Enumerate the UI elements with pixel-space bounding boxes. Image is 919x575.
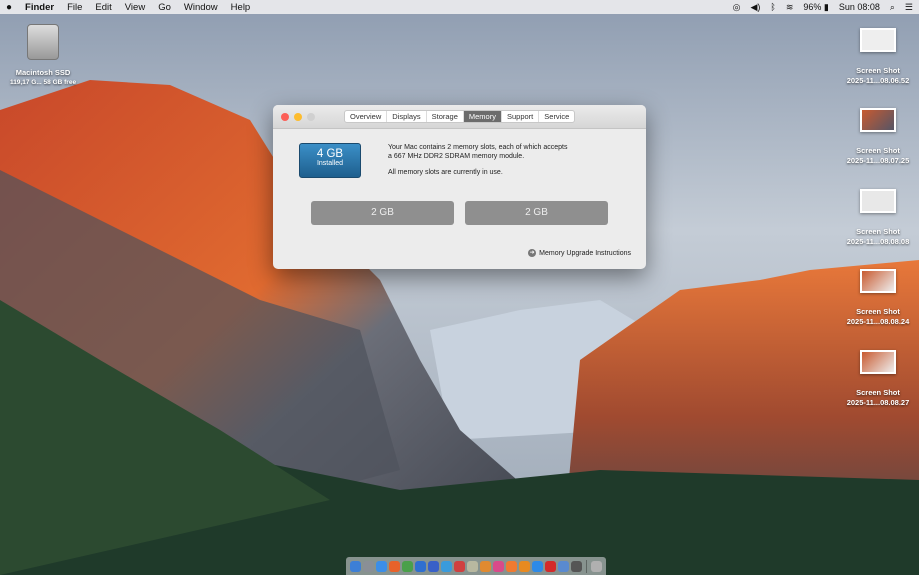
menu-go[interactable]: Go [158,2,171,13]
tab-bar: Overview Displays Storage Memory Support… [344,110,576,123]
screenshot-thumbnail [860,28,896,52]
desktop-drive-icon[interactable]: Macintosh SSD 119,17 G... 58 GB free [0,24,88,88]
dock-app-icon[interactable] [389,560,400,572]
arrow-right-circle-icon: ➜ [528,249,537,257]
installed-memory-badge: 4 GB Installed [299,143,361,178]
installed-label: Installed [316,160,344,167]
notification-center-icon[interactable]: ☰ [905,2,913,13]
spotlight-icon[interactable]: ⌕ [890,2,895,13]
desktop-screenshot-3[interactable]: Screen Shot 2025-11...08.08.08 [833,189,919,247]
minimize-button[interactable] [294,113,302,121]
title-bar: Overview Displays Storage Memory Support… [273,105,646,129]
time-machine-icon[interactable]: ◎ [733,2,741,13]
menu-bar: ● Finder File Edit View Go Window Help ◎… [0,0,919,14]
dock-app-icon[interactable] [480,560,491,572]
menu-file[interactable]: File [67,2,82,13]
dock-app-icon[interactable] [415,560,426,572]
wifi-icon[interactable]: ≋ [786,2,794,13]
file-name: Screen Shot [856,146,900,155]
file-date: 2025-11...08.08.24 [846,317,910,326]
menu-window[interactable]: Window [184,2,218,13]
dock-app-icon[interactable] [558,560,569,572]
dock [346,557,606,575]
hard-drive-icon [27,24,59,60]
menu-edit[interactable]: Edit [95,2,111,13]
tab-support[interactable]: Support [502,111,540,122]
screenshot-thumbnail [860,108,896,132]
dock-app-icon[interactable] [350,560,361,572]
installed-amount: 4 GB [316,148,344,160]
drive-info: 119,17 G... 58 GB free [9,79,77,86]
tab-memory[interactable]: Memory [463,111,502,122]
zoom-button[interactable] [307,113,315,121]
tab-service[interactable]: Service [539,111,574,122]
dock-app-icon[interactable] [402,560,413,572]
dock-app-icon[interactable] [493,560,504,572]
file-name: Screen Shot [856,388,900,397]
volume-icon[interactable]: ◀) [750,2,760,13]
dock-app-icon[interactable] [519,560,530,572]
tab-storage[interactable]: Storage [427,111,464,122]
dock-app-icon[interactable] [571,560,582,572]
menu-finder[interactable]: Finder [25,2,54,13]
tab-overview[interactable]: Overview [345,111,388,122]
dock-app-icon[interactable] [363,560,374,572]
dock-app-icon[interactable] [376,560,387,572]
file-date: 2025-11...08.08.08 [846,237,910,246]
dock-separator [586,559,587,573]
tab-displays[interactable]: Displays [387,111,427,122]
file-date: 2025-11...08.08.27 [846,398,910,407]
screenshot-thumbnail [860,189,896,213]
bluetooth-icon[interactable]: ᛒ [770,2,775,12]
dock-app-icon[interactable] [545,560,556,572]
memory-status-text: All memory slots are currently in use. [388,169,503,176]
memory-upgrade-link[interactable]: ➜ Memory Upgrade Instructions [528,249,631,257]
menu-view[interactable]: View [125,2,145,13]
apple-menu-icon[interactable]: ● [6,2,12,13]
trash-icon[interactable] [591,560,602,572]
dock-app-icon[interactable] [467,560,478,572]
clock[interactable]: Sun 08:08 [839,2,880,12]
file-name: Screen Shot [856,307,900,316]
memory-slot-1: 2 GB [311,201,454,225]
file-date: 2025-11...08.07.25 [846,156,910,165]
menu-help[interactable]: Help [231,2,251,13]
upgrade-link-label: Memory Upgrade Instructions [539,249,631,257]
file-name: Screen Shot [856,227,900,236]
desktop-screenshot-4[interactable]: Screen Shot 2025-11...08.08.24 [833,269,919,327]
battery-percent: 96% [803,1,822,12]
memory-slot-2: 2 GB [465,201,608,225]
memory-description: Your Mac contains 2 memory slots, each o… [388,143,608,177]
desktop-wallpaper [0,0,919,575]
memory-text-line: a 667 MHz DDR2 SDRAM memory module. [388,153,525,160]
dock-app-icon[interactable] [506,560,517,572]
dock-app-icon[interactable] [532,560,543,572]
file-date: 2025-11...08.06.52 [846,76,910,85]
desktop-screenshot-1[interactable]: Screen Shot 2025-11...08.06.52 [833,28,919,86]
dock-app-icon[interactable] [454,560,465,572]
desktop-screenshot-5[interactable]: Screen Shot 2025-11...08.08.27 [833,350,919,408]
dock-app-icon[interactable] [441,560,452,572]
desktop-screenshot-2[interactable]: Screen Shot 2025-11...08.07.25 [833,108,919,166]
screenshot-thumbnail [860,269,896,293]
screenshot-thumbnail [860,350,896,374]
file-name: Screen Shot [856,66,900,75]
drive-name: Macintosh SSD [15,68,71,77]
battery-status[interactable]: 96% ▮ [803,2,828,13]
about-this-mac-window: Overview Displays Storage Memory Support… [273,105,646,269]
dock-app-icon[interactable] [428,560,439,572]
memory-text-line: Your Mac contains 2 memory slots, each o… [388,144,568,151]
close-button[interactable] [281,113,289,121]
